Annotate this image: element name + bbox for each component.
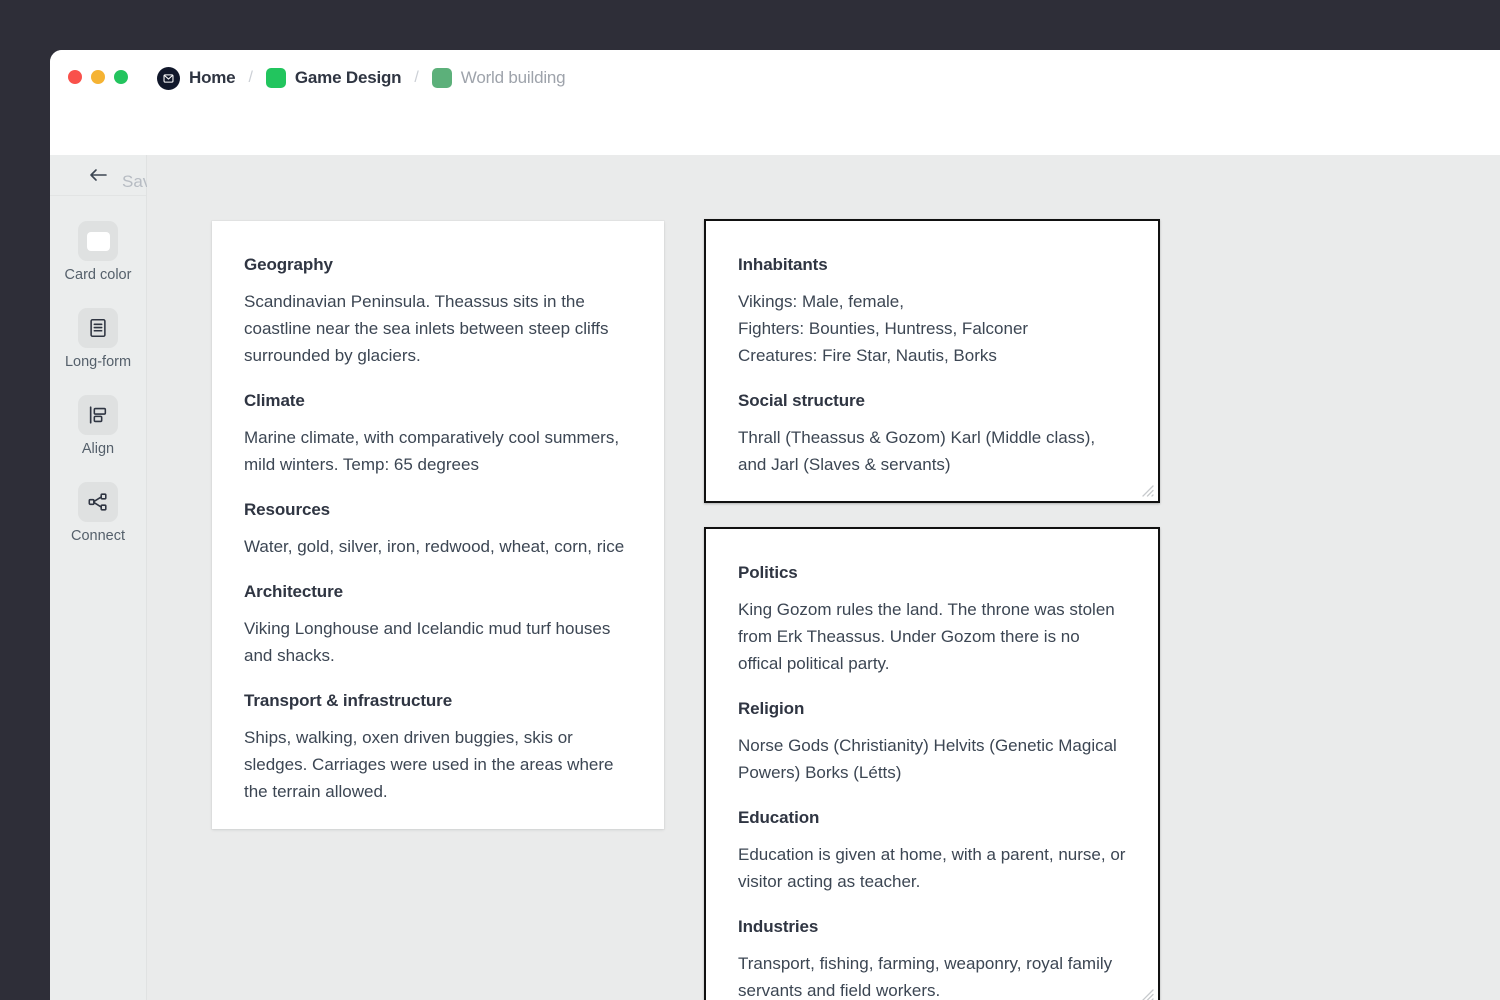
- card-section-title: Inhabitants: [738, 255, 1126, 275]
- app-window: Home / Game Design / World building Save…: [50, 50, 1500, 1000]
- align-left-icon: [78, 395, 118, 435]
- card-section-title: Industries: [738, 917, 1126, 937]
- card-section-title: Religion: [738, 699, 1126, 719]
- color-swatch-icon-world-building: [432, 68, 452, 88]
- card-color-swatch-icon: [78, 221, 118, 261]
- sidebar-tool-label-align: Align: [82, 441, 114, 457]
- home-logo-icon: [157, 67, 180, 90]
- breadcrumb-separator-1: /: [248, 69, 252, 87]
- breadcrumb-item-world-building[interactable]: World building: [432, 68, 566, 88]
- card-section-body: Viking Longhouse and Icelandic mud turf …: [244, 615, 632, 669]
- card-geography[interactable]: Geography Scandinavian Peninsula. Theass…: [212, 221, 664, 829]
- card-section-body: Vikings: Male, female, Fighters: Bountie…: [738, 288, 1126, 369]
- card-section-title: Education: [738, 808, 1126, 828]
- breadcrumb-separator-2: /: [414, 69, 418, 87]
- tool-sidebar: Card color Long-form: [50, 155, 147, 1000]
- breadcrumb-item-home[interactable]: Home: [157, 67, 235, 90]
- sidebar-tool-label-long-form: Long-form: [65, 354, 131, 370]
- card-section-title: Climate: [244, 391, 632, 411]
- sidebar-tool-label-card-color: Card color: [65, 267, 132, 283]
- breadcrumb-label-game-design: Game Design: [295, 68, 401, 88]
- card-section-body: Ships, walking, oxen driven buggies, ski…: [244, 724, 632, 805]
- card-section-body: Water, gold, silver, iron, redwood, whea…: [244, 533, 632, 560]
- color-swatch-icon-game-design: [266, 68, 286, 88]
- sidebar-tool-connect[interactable]: Connect: [50, 482, 146, 544]
- titlebar: Home / Game Design / World building Save…: [50, 50, 1500, 155]
- breadcrumb-label-world-building: World building: [461, 68, 566, 88]
- card-section-body: Norse Gods (Christianity) Helvits (Genet…: [738, 732, 1126, 786]
- minimize-window-button[interactable]: [91, 70, 105, 84]
- card-section-body: Marine climate, with comparatively cool …: [244, 424, 632, 478]
- card-section-body: Education is given at home, with a paren…: [738, 841, 1126, 895]
- card-section-title: Architecture: [244, 582, 632, 602]
- card-section-body: Thrall (Theassus & Gozom) Karl (Middle c…: [738, 424, 1126, 478]
- share-nodes-icon: [78, 482, 118, 522]
- close-window-button[interactable]: [68, 70, 82, 84]
- sidebar-tool-label-connect: Connect: [71, 528, 125, 544]
- card-section-title: Transport & infrastructure: [244, 691, 632, 711]
- card-politics[interactable]: Politics King Gozom rules the land. The …: [704, 527, 1160, 1000]
- card-section-title: Resources: [244, 500, 632, 520]
- maximize-window-button[interactable]: [114, 70, 128, 84]
- resize-handle-icon[interactable]: [1140, 483, 1154, 497]
- card-section-title: Geography: [244, 255, 632, 275]
- card-section-title: Politics: [738, 563, 1126, 583]
- card-section-body: King Gozom rules the land. The throne wa…: [738, 596, 1126, 677]
- window-traffic-lights: [68, 70, 128, 84]
- card-inhabitants[interactable]: Inhabitants Vikings: Male, female, Fight…: [704, 219, 1160, 503]
- card-section-body: Scandinavian Peninsula. Theassus sits in…: [244, 288, 632, 369]
- sidebar-tool-card-color[interactable]: Card color: [50, 221, 146, 283]
- breadcrumb-item-game-design[interactable]: Game Design: [266, 68, 401, 88]
- sidebar-tool-long-form[interactable]: Long-form: [50, 308, 146, 370]
- sidebar-tool-align[interactable]: Align: [50, 395, 146, 457]
- breadcrumb-label-home: Home: [189, 68, 235, 88]
- document-lines-icon: [78, 308, 118, 348]
- resize-handle-icon[interactable]: [1140, 987, 1154, 1000]
- app-body: Card color Long-form: [50, 155, 1500, 1000]
- breadcrumb: Home / Game Design / World building: [157, 65, 565, 91]
- card-section-body: Transport, fishing, farming, weaponry, r…: [738, 950, 1126, 1000]
- board-canvas[interactable]: Geography Scandinavian Peninsula. Theass…: [147, 155, 1500, 1000]
- card-section-title: Social structure: [738, 391, 1126, 411]
